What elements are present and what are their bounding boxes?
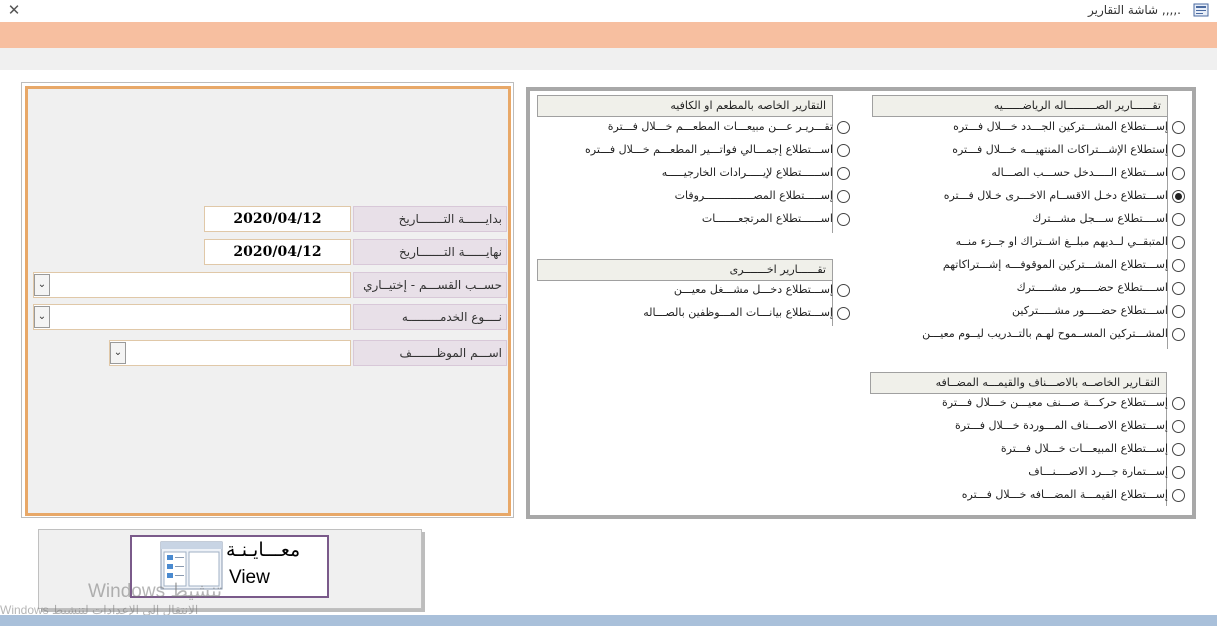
radio-option-selected[interactable]: اســـتطلاع دخـل الاقســام الاخـــرى خـلا… [850,187,1185,207]
radio-option[interactable]: إستطلاع الإشـــتراكات المنتهيـــه خـــلا… [850,141,1185,161]
option-label: إســـتطلاع حركـــة صـــنف معيـــن خـــلا… [942,396,1168,409]
option-label: اســــتطلاع ســـجل مشـــترك [1032,212,1168,225]
restaurant-reports-header: التقارير الخاصه بالمطعم او الكافيه [537,95,833,117]
radio-option[interactable]: اســـتطلاع حضـــــور مشـــــتركين [850,302,1185,322]
radio-button[interactable] [1172,466,1185,479]
option-label: المتبقــي لــديهم مبلــغ اشــتراك او جــ… [955,235,1168,248]
radio-option[interactable]: إســـتطلاع دخـــل مشـــغل معيـــن [500,281,850,301]
option-label: تقـــريـر عـــن مبيعـــات المطعـــم خـــ… [607,120,833,133]
report-app-icon [1193,3,1209,17]
radio-option[interactable]: إســـــتطلاع المصـــــــــــــــروفات [500,187,850,207]
window-title: .,,,, شاشة التقارير [1088,3,1181,17]
option-label: إســـتمارة جـــرد الاصــــنـــاف [1028,465,1168,478]
view-label-english: View [229,567,270,588]
activation-watermark: Windows تنشيط [88,581,223,602]
option-label: إســـتطلاع الاصـــناف المـــوردة خـــلال… [954,419,1168,432]
radio-button[interactable] [837,144,850,157]
radio-option[interactable]: تقـــريـر عـــن مبيعـــات المطعـــم خـــ… [500,118,850,138]
radio-option[interactable]: المشـــتركين المســموح لهـم بالتــدريب ل… [850,325,1185,345]
toolbar-strip [0,48,1217,70]
option-label: إســـتطلاع المبيعـــات خـــلال فـــترة [1000,442,1168,455]
radio-option[interactable]: اســــــتطلاع لإيـــــرادات الخارجيـــــ… [500,164,850,184]
radio-button[interactable] [1172,397,1185,410]
department-label: حســب القســـم - إختيــاري [353,272,507,298]
option-label: اســــــتطلاع المرتجعـــــــات [701,212,833,225]
radio-button[interactable] [1172,144,1185,157]
radio-option[interactable]: إســـتطلاع الاصـــناف المـــوردة خـــلال… [850,417,1185,437]
option-label: اســـتطلاع حضـــــور مشـــــتركين [1012,304,1168,317]
radio-option[interactable]: اســــــتطلاع المرتجعـــــــات [500,210,850,230]
service-type-combo[interactable] [33,304,351,330]
option-label: إســـتطلاع بيانـــات المـــوظفين بالصـــ… [643,306,833,319]
title-bar: ✕ .,,,, شاشة التقارير [0,0,1217,22]
radio-button[interactable] [837,307,850,320]
radio-button[interactable] [1172,121,1185,134]
radio-option[interactable]: إســـتطلاع حركـــة صـــنف معيـــن خـــلا… [850,394,1185,414]
department-combo[interactable] [33,272,351,298]
chevron-down-icon[interactable]: ⌄ [34,274,50,296]
option-label: اســــتطلاع حضـــــور مشـــــترك [1016,281,1168,294]
start-date-field[interactable]: 2020/04/12 [204,206,351,232]
chevron-down-icon[interactable]: ⌄ [110,342,126,364]
option-label: إســـتطلاع دخـــل مشـــغل معيـــن [673,283,833,296]
option-label: إســـتطلاع المشـــتركين الموقوفـــه إشــ… [942,258,1168,271]
option-label: اســـتطلاع دخـل الاقســام الاخـــرى خـلا… [943,189,1168,202]
radio-option[interactable]: إســـتطلاع المشـــتركين الجـــدد خـــلال… [850,118,1185,138]
items-reports-header: التقـارير الخاصــه بالاصـــناف والقيمـــ… [870,372,1167,394]
radio-button-checked[interactable] [1172,190,1185,203]
radio-button[interactable] [837,121,850,134]
radio-button[interactable] [837,167,850,180]
radio-button[interactable] [837,190,850,203]
service-type-label: نــــوع الخدمـــــــــه [353,304,507,330]
radio-button[interactable] [1172,282,1185,295]
option-label: إســـتطلاع المشـــتركين الجـــدد خـــلال… [953,120,1168,133]
option-label: المشـــتركين المســموح لهـم بالتــدريب ل… [922,327,1168,340]
radio-button[interactable] [837,213,850,226]
other-reports-header: تقــــــارير اخـــــــرى [537,259,833,281]
radio-button[interactable] [1172,328,1185,341]
radio-button[interactable] [1172,489,1185,502]
chevron-down-icon[interactable]: ⌄ [34,306,50,328]
radio-option[interactable]: المتبقــي لــديهم مبلــغ اشــتراك او جــ… [850,233,1185,253]
radio-button[interactable] [1172,443,1185,456]
employee-label: اســـم الموظـــــــف [353,340,507,366]
option-label: اســـتطلاع الـــــدخل حســـب الصـــاله [991,166,1168,179]
sports-reports-header: تقــــــارير الصـــــــــاله الرياضـــــ… [872,95,1168,117]
employee-combo[interactable] [109,340,351,366]
radio-button[interactable] [1172,420,1185,433]
accent-band [0,22,1217,48]
close-icon[interactable]: ✕ [6,1,22,19]
filter-panel [25,86,511,516]
end-date-label: نهايــــــة التـــــــاريخ [353,239,507,265]
radio-option[interactable]: إســـتطلاع القيمـــة المضـــافه خـــلال … [850,486,1185,506]
option-label: إســـــتطلاع المصـــــــــــــــروفات [674,189,833,202]
option-label: اســــــتطلاع لإيـــــرادات الخارجيـــــ… [661,166,833,179]
radio-option[interactable]: إســـتطلاع المبيعـــات خـــلال فـــترة [850,440,1185,460]
option-label: إســـتطلاع القيمـــة المضـــافه خـــلال … [961,488,1168,501]
radio-button[interactable] [1172,236,1185,249]
radio-option[interactable]: اســــتطلاع ســـجل مشـــترك [850,210,1185,230]
radio-option[interactable]: اســـتطلاع إجمـــالي فواتـــير المطعـــم… [500,141,850,161]
radio-button[interactable] [1172,167,1185,180]
end-date-field[interactable]: 2020/04/12 [204,239,351,265]
radio-button[interactable] [1172,259,1185,272]
radio-option[interactable]: إســـتطلاع المشـــتركين الموقوفـــه إشــ… [850,256,1185,276]
radio-button[interactable] [1172,305,1185,318]
view-label-arabic: معـــايـنـة [226,539,301,561]
option-label: إستطلاع الإشـــتراكات المنتهيـــه خـــلا… [952,143,1168,156]
start-date-label: بدايــــــة التـــــــاريخ [353,206,507,232]
radio-option[interactable]: إســـتطلاع بيانـــات المـــوظفين بالصـــ… [500,304,850,324]
radio-option[interactable]: اســــتطلاع حضـــــور مشـــــترك [850,279,1185,299]
radio-button[interactable] [1172,213,1185,226]
radio-option[interactable]: اســـتطلاع الـــــدخل حســـب الصـــاله [850,164,1185,184]
bottom-strip [0,615,1217,626]
option-label: اســـتطلاع إجمـــالي فواتـــير المطعـــم… [585,143,833,156]
radio-button[interactable] [837,284,850,297]
radio-option[interactable]: إســـتمارة جـــرد الاصــــنـــاف [850,463,1185,483]
